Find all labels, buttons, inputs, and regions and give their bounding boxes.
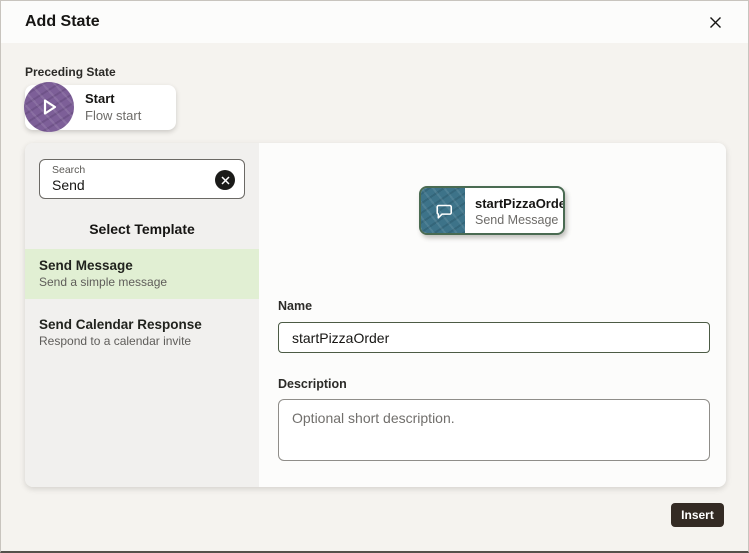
start-state-avatar bbox=[24, 82, 74, 132]
close-button[interactable] bbox=[704, 11, 726, 33]
play-icon bbox=[38, 96, 60, 118]
insert-button[interactable]: Insert bbox=[671, 503, 724, 527]
preview-state-type: Send Message bbox=[475, 213, 565, 227]
dialog-title: Add State bbox=[25, 1, 100, 43]
description-input[interactable] bbox=[278, 399, 710, 461]
send-message-icon-box bbox=[421, 188, 465, 233]
dialog-header: Add State bbox=[1, 1, 748, 43]
description-label: Description bbox=[278, 377, 347, 391]
state-preview-card: startPizzaOrder Send Message bbox=[419, 186, 565, 235]
search-input[interactable] bbox=[52, 176, 206, 194]
template-item-send-calendar-response[interactable]: Send Calendar Response Respond to a cale… bbox=[25, 308, 259, 358]
template-panel: Search Select Template Send Message Send… bbox=[25, 143, 259, 487]
preview-state-name: startPizzaOrder bbox=[475, 196, 565, 211]
template-item-subtitle: Respond to a calendar invite bbox=[39, 334, 245, 348]
search-label: Search bbox=[52, 164, 206, 176]
template-item-title: Send Message bbox=[39, 258, 245, 273]
close-icon bbox=[709, 16, 722, 29]
name-input[interactable] bbox=[278, 322, 710, 353]
add-state-dialog: Add State Preceding State Start Flow sta… bbox=[0, 0, 749, 553]
add-state-body: Search Select Template Send Message Send… bbox=[25, 143, 726, 487]
preceding-state-label: Preceding State bbox=[25, 65, 116, 79]
name-label: Name bbox=[278, 299, 312, 313]
search-clear-button[interactable] bbox=[215, 170, 235, 190]
x-circle-icon bbox=[221, 176, 230, 185]
preceding-state-subtitle: Flow start bbox=[85, 108, 141, 123]
chat-bubble-icon bbox=[432, 200, 454, 222]
template-item-send-message[interactable]: Send Message Send a simple message bbox=[25, 249, 259, 299]
state-detail-panel: startPizzaOrder Send Message Name Descri… bbox=[259, 143, 726, 487]
select-template-heading: Select Template bbox=[25, 221, 259, 237]
template-search-field[interactable]: Search bbox=[39, 159, 245, 199]
preceding-state-card: Start Flow start bbox=[25, 85, 176, 130]
preceding-state-title: Start bbox=[85, 91, 141, 106]
template-item-title: Send Calendar Response bbox=[39, 317, 245, 332]
template-item-subtitle: Send a simple message bbox=[39, 275, 245, 289]
template-list: Send Message Send a simple message Send … bbox=[25, 249, 259, 358]
